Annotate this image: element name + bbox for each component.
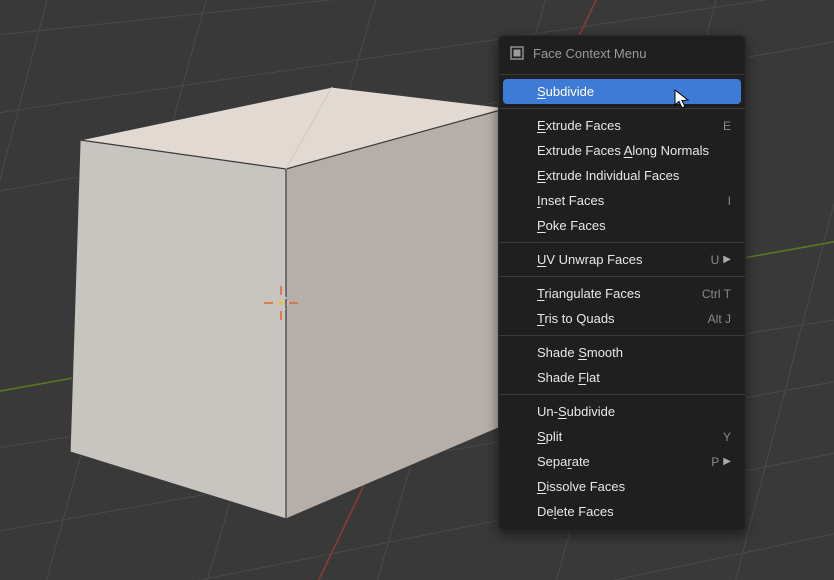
menu-separator (499, 394, 745, 395)
menu-item-dissolve-faces[interactable]: Dissolve Faces (499, 474, 745, 499)
menu-item-label: Inset Faces (537, 193, 720, 208)
menu-item-label: Split (537, 429, 715, 444)
menu-item-label: Separate (537, 454, 703, 469)
menu-separator (499, 108, 745, 109)
menu-item-label: Extrude Faces (537, 118, 715, 133)
menu-item-label: Shade Smooth (537, 345, 731, 360)
menu-item-extrude-faces[interactable]: Extrude Faces E (499, 113, 745, 138)
menu-item-extrude-along-normals[interactable]: Extrude Faces Along Normals (499, 138, 745, 163)
menu-item-shortcut: P (711, 455, 719, 469)
menu-item-label: Tris to Quads (537, 311, 700, 326)
menu-item-subdivide[interactable]: Subdivide (503, 79, 741, 104)
face-icon (509, 45, 525, 61)
menu-item-label: Triangulate Faces (537, 286, 694, 301)
menu-separator (499, 74, 745, 75)
menu-item-delete-faces[interactable]: Delete Faces (499, 499, 745, 524)
menu-item-poke-faces[interactable]: Poke Faces (499, 213, 745, 238)
menu-item-shortcut: E (723, 119, 731, 133)
menu-item-label: Un-Subdivide (537, 404, 731, 419)
menu-item-label: Delete Faces (537, 504, 731, 519)
menu-item-uv-unwrap[interactable]: UV Unwrap Faces U▶ (499, 247, 745, 272)
viewport-3d[interactable]: Face Context Menu Subdivide Extrude Faces… (0, 0, 834, 580)
menu-item-un-subdivide[interactable]: Un-Subdivide (499, 399, 745, 424)
menu-item-shade-smooth[interactable]: Shade Smooth (499, 340, 745, 365)
menu-item-shortcut: I (728, 194, 731, 208)
menu-separator (499, 335, 745, 336)
menu-item-shade-flat[interactable]: Shade Flat (499, 365, 745, 390)
menu-item-split[interactable]: Split Y (499, 424, 745, 449)
menu-item-shortcut: U (711, 253, 720, 267)
menu-title: Face Context Menu (499, 36, 745, 70)
menu-item-label: UV Unwrap Faces (537, 252, 703, 267)
submenu-arrow-icon: ▶ (723, 254, 731, 265)
submenu-arrow-icon: ▶ (723, 456, 731, 467)
menu-item-shortcut: Ctrl T (702, 287, 731, 301)
menu-item-separate[interactable]: Separate P ▶ (499, 449, 745, 474)
menu-item-tris-to-quads[interactable]: Tris to Quads Alt J (499, 306, 745, 331)
menu-item-label: Extrude Faces Along Normals (537, 143, 731, 158)
menu-item-label: Subdivide (537, 84, 731, 99)
menu-separator (499, 242, 745, 243)
face-context-menu: Face Context Menu Subdivide Extrude Faces… (498, 35, 746, 531)
menu-item-inset-faces[interactable]: Inset Faces I (499, 188, 745, 213)
menu-item-label: Poke Faces (537, 218, 731, 233)
menu-title-text: Face Context Menu (533, 46, 646, 61)
menu-separator (499, 276, 745, 277)
menu-item-label: Shade Flat (537, 370, 731, 385)
menu-item-label: Extrude Individual Faces (537, 168, 731, 183)
menu-item-shortcut: Y (723, 430, 731, 444)
menu-item-extrude-individual[interactable]: Extrude Individual Faces (499, 163, 745, 188)
menu-item-triangulate[interactable]: Triangulate Faces Ctrl T (499, 281, 745, 306)
menu-item-label: Dissolve Faces (537, 479, 731, 494)
menu-item-shortcut: Alt J (708, 312, 731, 326)
